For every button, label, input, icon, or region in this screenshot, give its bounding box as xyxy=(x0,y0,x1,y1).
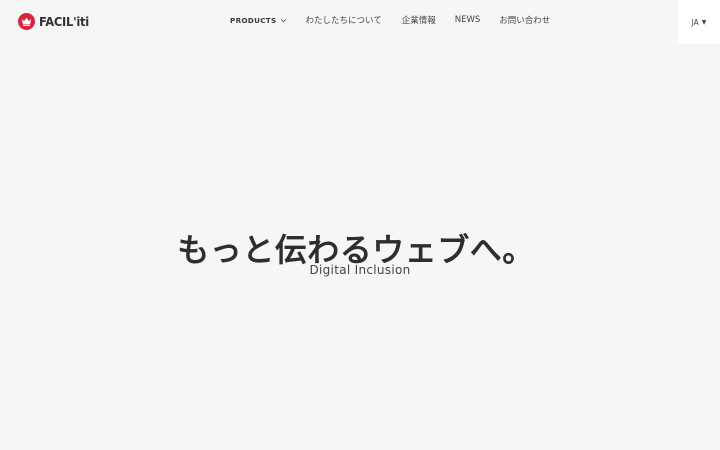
main-nav: PRODUCTS わたしたちについて 企業情報 NEWS お問い合わせ xyxy=(230,14,550,26)
chevron-down-icon xyxy=(281,18,287,22)
nav-item-products-label: PRODUCTS xyxy=(230,15,277,25)
language-label: JA xyxy=(691,17,699,27)
nav-item-news[interactable]: NEWS xyxy=(455,15,481,25)
caret-down-icon: ▼ xyxy=(701,18,707,26)
language-switcher[interactable]: JA ▼ xyxy=(678,0,720,44)
brand-name: FACIL'iti xyxy=(39,14,89,29)
nav-item-news-label: NEWS xyxy=(454,15,481,25)
nav-item-about[interactable]: わたしたちについて xyxy=(305,14,381,26)
nav-item-contact[interactable]: お問い合わせ xyxy=(499,14,550,26)
page: FACIL'iti PRODUCTS わたしたちについて 企業情報 NEWS お… xyxy=(0,0,720,450)
brand-logo-link[interactable]: FACIL'iti xyxy=(18,13,93,30)
crown-logo-icon xyxy=(18,13,35,30)
nav-item-company[interactable]: 企業情報 xyxy=(402,14,436,26)
nav-item-company-label: 企業情報 xyxy=(401,16,436,26)
hero-subtitle: Digital Inclusion xyxy=(309,263,411,277)
nav-item-about-label: わたしたちについて xyxy=(305,16,382,26)
site-header: FACIL'iti PRODUCTS わたしたちについて 企業情報 NEWS お… xyxy=(0,0,720,44)
nav-item-products[interactable]: PRODUCTS xyxy=(230,16,287,25)
nav-item-contact-label: お問い合わせ xyxy=(499,16,551,26)
